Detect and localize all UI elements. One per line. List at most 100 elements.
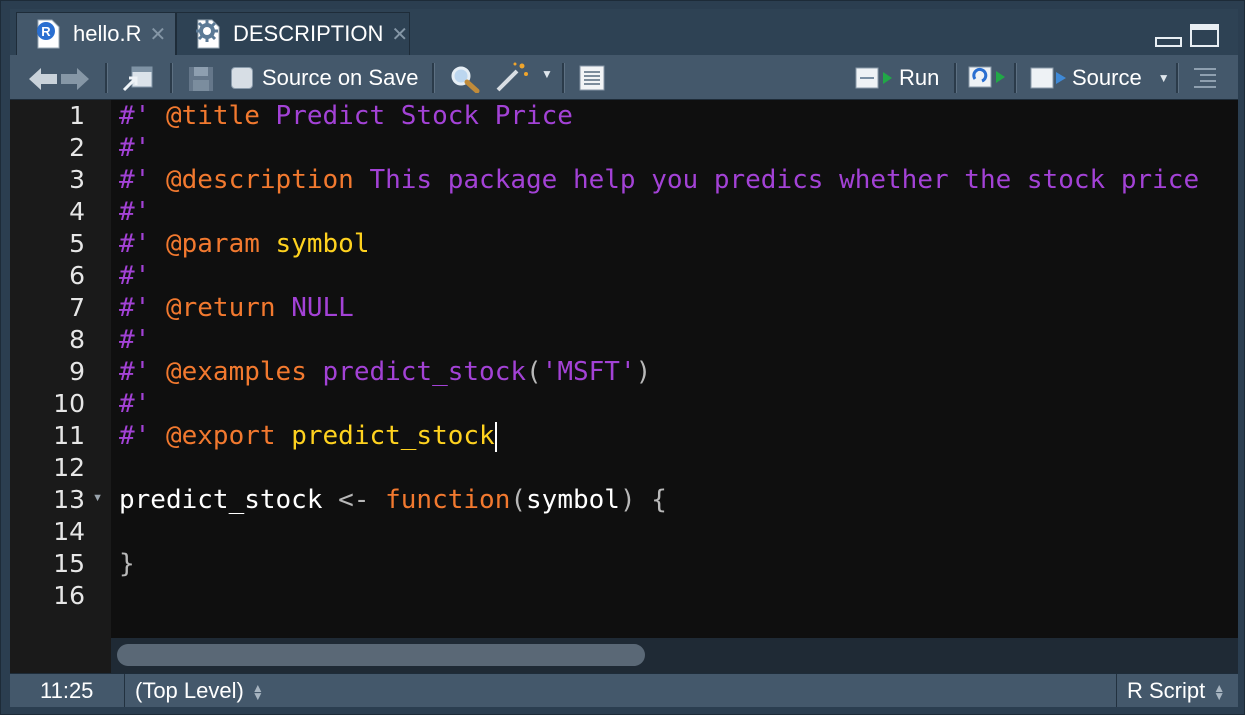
source-button[interactable]: Source ▼ [1030, 63, 1170, 93]
code-token: ) { [619, 485, 667, 515]
line-number: 8 [69, 325, 85, 354]
code-line[interactable]: predict_stock <- function(symbol) { [119, 484, 667, 516]
source-editor-pane: R hello.R ✕ DESCRIPTION ✕ Source on Save… [0, 0, 1245, 715]
code-token: @title [165, 101, 260, 131]
code-token: Predict Stock Price [259, 101, 573, 131]
code-line[interactable]: #' [119, 132, 150, 164]
scrollbar-thumb[interactable] [117, 644, 645, 666]
r-file-icon: R [35, 19, 61, 49]
code-token: <- [322, 485, 386, 515]
code-token: @description [165, 165, 354, 195]
code-token: predict_stock [306, 357, 527, 387]
code-token: #' [119, 133, 151, 163]
file-type-label: R Script [1127, 678, 1206, 703]
scope-selector[interactable]: (Top Level) ▲ ▼ [135, 674, 264, 707]
code-line[interactable]: #' @examples predict_stock('MSFT') [119, 356, 651, 388]
line-number: 7 [69, 293, 85, 322]
gear-file-icon [195, 19, 221, 49]
code-line[interactable]: #' @description This package help you pr… [119, 164, 1199, 196]
line-number: 16 [53, 581, 85, 610]
code-token: #' [119, 421, 151, 451]
code-token: ( [510, 485, 527, 515]
close-icon[interactable]: ✕ [149, 22, 166, 47]
search-icon[interactable] [450, 65, 480, 93]
code-token: #' [119, 293, 151, 323]
chevron-down-icon[interactable]: ▼ [541, 67, 553, 81]
line-number: 15 [53, 549, 85, 578]
tab-hello-r[interactable]: R hello.R ✕ [16, 12, 176, 55]
minimize-icon[interactable] [1155, 25, 1183, 52]
code-line[interactable]: #' [119, 196, 150, 228]
code-line[interactable]: } [119, 548, 135, 580]
document-outline-icon[interactable] [1192, 66, 1218, 88]
chevron-down-icon[interactable]: ▼ [1158, 71, 1170, 85]
code-line[interactable]: #' [119, 388, 150, 420]
line-number: 11 [53, 421, 85, 450]
tab-label: DESCRIPTION [233, 21, 384, 46]
code-line[interactable]: #' @param symbol [119, 228, 369, 260]
rerun-icon[interactable] [968, 63, 1006, 91]
line-number: 6 [69, 261, 85, 290]
run-button[interactable]: Run [855, 63, 939, 93]
forward-arrow-icon[interactable] [60, 67, 90, 91]
status-bar: 11:25 (Top Level) ▲ ▼ R Script ▲ ▼ [10, 673, 1238, 707]
code-token: } [119, 549, 135, 579]
line-number: 4 [69, 197, 85, 226]
line-number: 9 [69, 357, 85, 386]
source-on-save-checkbox[interactable]: Source on Save [231, 63, 419, 93]
code-token: symbol [275, 229, 370, 259]
checkbox-box[interactable] [231, 67, 253, 89]
maximize-icon[interactable] [1190, 24, 1220, 53]
code-token: 'MSFT' [541, 357, 636, 387]
code-token: predict_stock [291, 421, 495, 451]
code-token: @return [165, 293, 276, 323]
line-number: 5 [69, 229, 85, 258]
back-arrow-icon[interactable] [28, 67, 58, 91]
scope-label: (Top Level) [135, 678, 244, 703]
magic-wand-icon[interactable] [495, 61, 531, 93]
file-type-selector[interactable]: R Script ▲ ▼ [1127, 674, 1225, 707]
code-editor[interactable]: #' @title Predict Stock Price #' #' @descr… [111, 100, 1238, 638]
tab-description[interactable]: DESCRIPTION ✕ [176, 12, 410, 55]
save-icon[interactable] [187, 65, 215, 93]
fold-chevron-icon[interactable]: ▼ [92, 492, 103, 504]
code-line[interactable]: #' @return NULL [119, 292, 354, 324]
cursor-position: 11:25 [40, 678, 94, 703]
code-token: @examples [165, 357, 307, 387]
code-token: ( [526, 357, 542, 387]
code-token: @param [165, 229, 260, 259]
close-icon[interactable]: ✕ [391, 22, 408, 47]
show-in-window-icon[interactable] [122, 64, 154, 92]
line-number-gutter: 1 2 3 4 5 6 7 8 9 10 11 12 13 ▼ 14 15 16 [10, 100, 111, 673]
up-down-arrows-icon: ▲ ▼ [1213, 681, 1226, 704]
line-number: 13 [53, 485, 85, 514]
code-line[interactable]: #' [119, 260, 150, 292]
code-line[interactable]: #' @title Predict Stock Price [119, 100, 573, 132]
code-line[interactable]: #' [119, 324, 150, 356]
code-token: function [385, 485, 511, 515]
code-token: symbol [526, 485, 620, 515]
code-line[interactable]: #' @export predict_stock [119, 420, 497, 452]
code-token: ) [635, 357, 652, 387]
compile-report-icon[interactable] [578, 64, 606, 92]
source-icon [1030, 67, 1066, 89]
text-cursor [494, 421, 497, 452]
code-token: #' [119, 261, 151, 291]
horizontal-scrollbar[interactable] [111, 638, 1238, 673]
source-on-save-label: Source on Save [262, 65, 419, 90]
svg-text:R: R [41, 24, 51, 39]
up-down-arrows-icon: ▲ ▼ [251, 681, 264, 704]
code-token: NULL [275, 293, 354, 323]
code-token: This package help you predics whether th… [353, 165, 1200, 195]
code-token: predict_stock [119, 485, 323, 515]
code-token: @export [165, 421, 276, 451]
line-number: 3 [69, 165, 85, 194]
run-icon [855, 67, 892, 89]
tab-bar: R hello.R ✕ DESCRIPTION ✕ [10, 9, 1238, 55]
line-number: 2 [69, 133, 85, 162]
